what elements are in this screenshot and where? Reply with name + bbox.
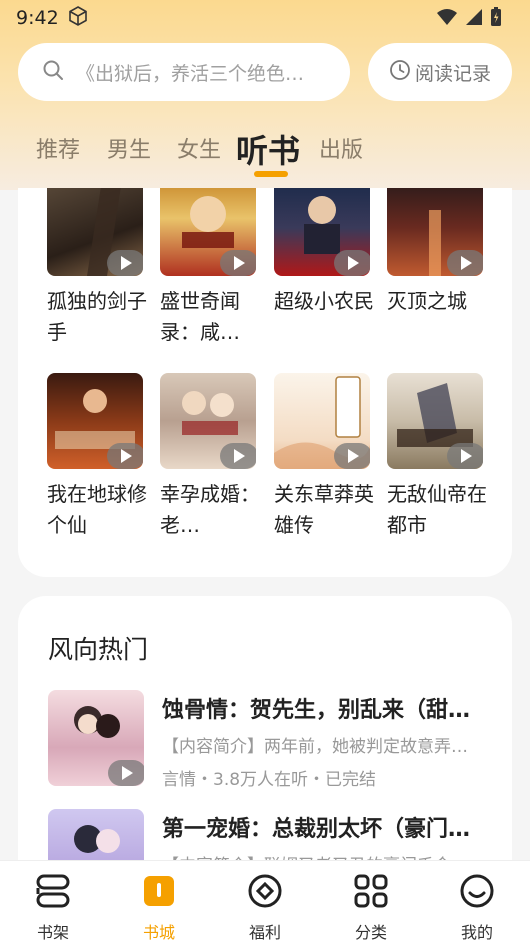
play-icon[interactable]: [447, 443, 483, 469]
search-input[interactable]: 《出狱后，养活三个绝色…: [18, 43, 350, 101]
book-cover: [274, 373, 370, 469]
tab-female[interactable]: 女生: [177, 132, 221, 164]
nav-bookshelf[interactable]: 书架: [17, 873, 89, 942]
trending-item[interactable]: 蚀骨情：贺先生，别乱来（甜… 【内容简介】两年前，她被判定故意弄… 言情・3.8…: [48, 690, 498, 790]
tab-publishing[interactable]: 出版: [319, 132, 363, 164]
reading-history-label: 阅读记录: [414, 62, 491, 85]
nav-bookstore[interactable]: 书城: [123, 873, 195, 942]
book-title: 关东草莽英雄传: [274, 482, 374, 537]
category-icon: [353, 873, 389, 913]
book-item[interactable]: 关东草莽英雄传: [274, 373, 374, 541]
book-cover: [274, 188, 370, 276]
trending-section: 风向热门 蚀骨情：贺先生，别乱来（甜… 【内容简介】两年前，她被判定故意弄… 言…: [18, 596, 512, 896]
book-cover: [160, 373, 256, 469]
wifi-icon: [436, 8, 458, 31]
book-item[interactable]: 我在地球修个仙: [47, 373, 147, 541]
book-title: 超级小农民: [274, 289, 374, 313]
play-icon[interactable]: [334, 443, 370, 469]
bookshelf-icon: [35, 873, 71, 913]
book-item[interactable]: 幸孕成婚：老…: [160, 373, 260, 541]
battery-icon: [490, 7, 502, 32]
bookstore-icon: [141, 873, 177, 913]
active-tab-indicator: [254, 171, 288, 177]
book-title: 盛世奇闻录：咸…: [160, 289, 240, 344]
play-icon[interactable]: [108, 760, 144, 786]
book-cover: [387, 188, 483, 276]
play-icon[interactable]: [220, 250, 256, 276]
trending-title: 蚀骨情：贺先生，别乱来（甜…: [162, 698, 471, 723]
nav-label: 书架: [36, 923, 69, 942]
play-icon[interactable]: [107, 250, 143, 276]
cube-icon: [67, 5, 89, 32]
book-cover: [387, 373, 483, 469]
reading-history-button[interactable]: 阅读记录: [368, 43, 512, 101]
trending-meta: 言情・3.8万人在听・已完结: [162, 770, 377, 790]
search-icon: [42, 59, 64, 85]
welfare-icon: [247, 873, 283, 913]
play-icon[interactable]: [107, 443, 143, 469]
trending-title: 第一宠婚：总裁别太坏（豪门…: [162, 817, 471, 842]
book-title: 灭顶之城: [387, 289, 467, 313]
book-title: 我在地球修个仙: [47, 482, 147, 537]
book-item[interactable]: 孤独的剑子手: [47, 188, 147, 348]
book-title: 幸孕成婚：老…: [160, 482, 260, 537]
profile-icon: [459, 873, 495, 913]
play-icon[interactable]: [447, 250, 483, 276]
book-title: 无敌仙帝在都市: [387, 482, 487, 537]
play-icon[interactable]: [334, 250, 370, 276]
nav-label: 我的: [460, 923, 493, 942]
audiobook-grid: 孤独的剑子手 盛世奇闻录：咸… 超级小农民 灭顶之城 我在地球修个仙 幸孕成婚：…: [18, 188, 512, 577]
search-placeholder: 《出狱后，养活三个绝色…: [76, 62, 305, 85]
book-cover: [47, 373, 143, 469]
book-title: 孤独的剑子手: [47, 289, 147, 344]
status-time: 9:42: [16, 7, 59, 29]
tab-audiobooks[interactable]: 听书: [236, 126, 300, 172]
tab-male[interactable]: 男生: [107, 132, 151, 164]
book-item[interactable]: 超级小农民: [274, 188, 374, 348]
book-cover: [160, 188, 256, 276]
section-title: 风向热门: [48, 635, 149, 664]
clock-icon: [389, 59, 411, 86]
nav-welfare[interactable]: 福利: [229, 873, 301, 942]
book-item[interactable]: 无敌仙帝在都市: [387, 373, 487, 541]
book-item[interactable]: 盛世奇闻录：咸…: [160, 188, 258, 348]
nav-category[interactable]: 分类: [335, 873, 407, 942]
book-cover: [47, 188, 143, 276]
bottom-navigation: 书架 书城 福利 分类 我的: [0, 860, 530, 942]
nav-label: 福利: [248, 923, 281, 942]
trending-description: 【内容简介】两年前，她被判定故意弄…: [162, 737, 468, 757]
nav-profile[interactable]: 我的: [441, 873, 513, 942]
signal-icon: [464, 8, 484, 31]
status-bar: 9:42: [0, 0, 530, 36]
book-item[interactable]: 灭顶之城: [387, 188, 485, 348]
nav-label: 书城: [142, 923, 175, 942]
play-icon[interactable]: [220, 443, 256, 469]
book-cover: [48, 690, 144, 786]
nav-label: 分类: [354, 923, 387, 942]
tab-recommend[interactable]: 推荐: [36, 132, 80, 164]
